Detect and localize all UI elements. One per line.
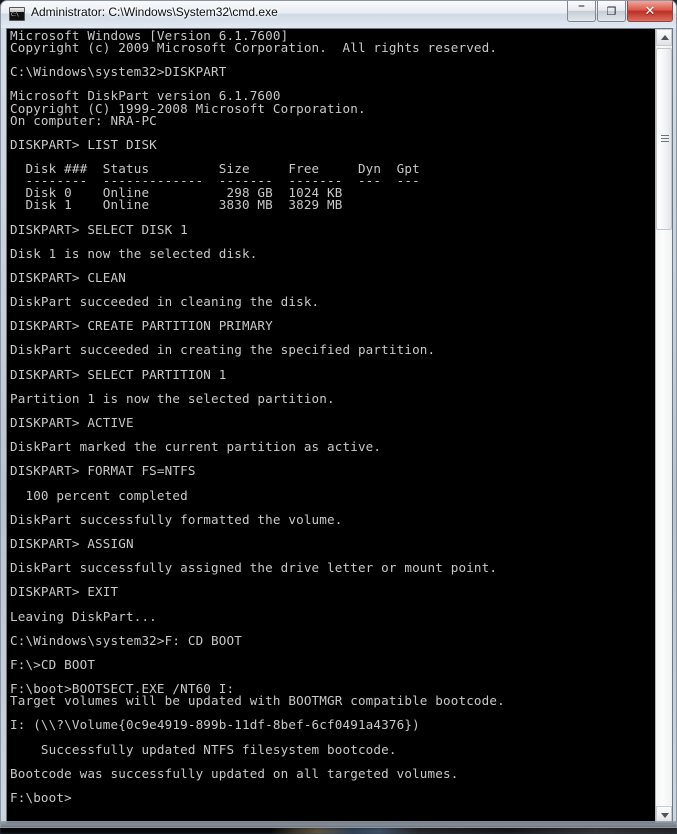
scroll-up-button[interactable] — [656, 29, 672, 46]
scrollbar-track[interactable] — [656, 230, 672, 806]
console-client-area[interactable]: Microsoft Windows [Version 6.1.7600] Cop… — [6, 28, 673, 824]
minimize-icon: – — [578, 0, 585, 14]
minimize-button[interactable]: – — [567, 1, 596, 22]
window-titlebar[interactable]: Administrator: C:\Windows\System32\cmd.e… — [1, 1, 676, 28]
chevron-down-icon — [661, 813, 669, 818]
close-button[interactable]: ✕ — [627, 1, 673, 22]
console-text: Microsoft Windows [Version 6.1.7600] Cop… — [10, 29, 505, 805]
maximize-button[interactable]: ❐ — [597, 1, 626, 22]
maximize-icon: ❐ — [606, 5, 617, 18]
cmd-window[interactable]: Administrator: C:\Windows\System32\cmd.e… — [0, 0, 677, 828]
console-output-surface[interactable]: Microsoft Windows [Version 6.1.7600] Cop… — [7, 29, 655, 823]
chevron-up-icon — [661, 35, 669, 40]
scrollbar-thumb[interactable] — [656, 48, 672, 230]
vertical-scrollbar[interactable] — [655, 29, 672, 823]
cmd-console-icon — [9, 7, 25, 21]
window-bottom-edge — [1, 821, 676, 827]
scrollbar-grip-icon — [661, 135, 669, 143]
window-title: Administrator: C:\Windows\System32\cmd.e… — [31, 5, 278, 19]
window-controls[interactable]: – ❐ ✕ — [566, 1, 673, 22]
close-icon: ✕ — [644, 4, 656, 19]
